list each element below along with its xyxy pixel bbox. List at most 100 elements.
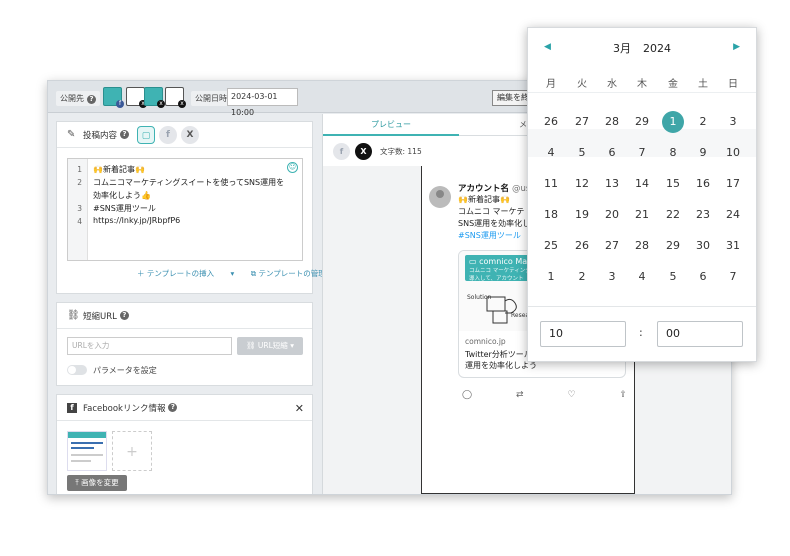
comnico-sns-tab[interactable]: ▢ bbox=[137, 125, 156, 144]
calendar-day[interactable]: 18 bbox=[536, 204, 566, 226]
calendar-day[interactable]: 16 bbox=[688, 173, 718, 195]
x-preview-icon[interactable]: X bbox=[355, 142, 372, 160]
parameter-toggle[interactable] bbox=[67, 365, 87, 375]
x-sns-tab[interactable]: X bbox=[181, 125, 200, 144]
calendar-day[interactable]: 2 bbox=[688, 111, 718, 133]
comnico-x-account-icon-3[interactable]: x bbox=[165, 87, 186, 108]
help-icon[interactable]: ? bbox=[168, 403, 178, 412]
like-icon[interactable]: ♡ bbox=[567, 390, 575, 400]
calendar-day[interactable]: 11 bbox=[536, 173, 566, 195]
close-icon[interactable]: ✕ bbox=[295, 402, 304, 415]
insert-template-link[interactable]: ＋ テンプレートの挿入 ▾ bbox=[137, 269, 234, 278]
calendar-day[interactable]: 28 bbox=[627, 235, 657, 257]
help-icon[interactable]: ? bbox=[120, 130, 130, 139]
left-column: ✎ 投稿内容 ? ▢ f X 1 🙌新着記事🙌 2 コムニコマーケティングスイー… bbox=[56, 121, 326, 494]
comnico-x-account-icon[interactable]: x bbox=[126, 87, 147, 108]
comnico-facebook-account-icon[interactable]: f bbox=[103, 87, 124, 108]
finish-edit-button[interactable]: 編集を終 bbox=[492, 90, 532, 106]
weekday-label: 木 bbox=[637, 79, 647, 90]
calendar-day[interactable]: 26 bbox=[567, 235, 597, 257]
editor-line: 効率化しよう👍 bbox=[93, 191, 151, 200]
publish-datetime-field[interactable]: 2024-03-01 10:00 bbox=[227, 88, 298, 117]
pencil-icon: ✎ bbox=[67, 128, 76, 140]
facebook-preview-icon[interactable]: f bbox=[333, 142, 350, 160]
calendar-day[interactable]: 25 bbox=[536, 235, 566, 257]
calendar-day[interactable]: 27 bbox=[597, 235, 627, 257]
calendar-day[interactable]: 6 bbox=[688, 266, 718, 288]
calendar-day[interactable]: 3 bbox=[597, 266, 627, 288]
tweet-hashtag[interactable]: #SNS運用ツール bbox=[458, 230, 521, 241]
next-month-icon[interactable]: ▶ bbox=[733, 42, 740, 52]
publish-datetime-label: 公開日時 bbox=[191, 91, 231, 106]
calendar-day[interactable]: 13 bbox=[597, 173, 627, 195]
calendar-day[interactable]: 5 bbox=[567, 142, 597, 164]
calendar-day[interactable]: 21 bbox=[627, 204, 657, 226]
post-text-editor[interactable]: 1 🙌新着記事🙌 2 コムニコマーケティングスイートを使ってSNS運用を 効率化… bbox=[67, 158, 303, 261]
calendar-day[interactable]: 31 bbox=[718, 235, 748, 257]
calendar-day[interactable]: 29 bbox=[658, 235, 688, 257]
shorten-url-button[interactable]: ⛓ URL短縮 ▾ bbox=[237, 337, 303, 355]
emoji-picker-icon[interactable]: ☺ bbox=[287, 162, 298, 173]
calendar-day[interactable]: 7 bbox=[718, 266, 748, 288]
minute-input[interactable]: 00 bbox=[657, 321, 743, 347]
change-image-button[interactable]: ⤒ 画像を変更 bbox=[67, 475, 127, 491]
calendar-day[interactable]: 4 bbox=[536, 142, 566, 164]
calendar-day[interactable]: 22 bbox=[658, 204, 688, 226]
calendar-day[interactable]: 30 bbox=[688, 235, 718, 257]
calendar-day[interactable]: 5 bbox=[658, 266, 688, 288]
url-input[interactable]: URLを入力 bbox=[67, 337, 232, 355]
facebook-link-title: Facebookリンク情報 bbox=[83, 403, 166, 414]
short-url-title: 短縮URL bbox=[83, 311, 117, 322]
facebook-sns-tab[interactable]: f bbox=[159, 125, 178, 144]
calendar-day[interactable]: 28 bbox=[597, 111, 627, 133]
calendar-day[interactable]: 17 bbox=[718, 173, 748, 195]
share-icon[interactable]: ⇪ bbox=[619, 390, 627, 400]
short-url-panel: ⛓ 短縮URL ? URLを入力 ⛓ URL短縮 ▾ パラメータを設定 bbox=[56, 302, 313, 386]
calendar-day[interactable]: 12 bbox=[567, 173, 597, 195]
editor-line: 🙌新着記事🙌 bbox=[93, 165, 145, 174]
tweet-actions: ◯ ⇄ ♡ ⇪ bbox=[462, 390, 627, 400]
retweet-icon[interactable]: ⇄ bbox=[516, 390, 524, 400]
calendar-day[interactable]: 29 bbox=[627, 111, 657, 133]
comnico-x-account-icon-2[interactable]: x bbox=[144, 87, 165, 108]
avatar bbox=[429, 186, 451, 208]
calendar-day[interactable]: 10 bbox=[718, 142, 748, 164]
calendar-day[interactable]: 1 bbox=[536, 266, 566, 288]
calendar-day[interactable]: 24 bbox=[718, 204, 748, 226]
svg-text:Solution: Solution bbox=[467, 294, 492, 301]
calendar-day[interactable]: 20 bbox=[597, 204, 627, 226]
tweet-line: コムニコ マーケテ bbox=[458, 207, 525, 216]
add-image-slot[interactable]: + bbox=[112, 431, 152, 471]
calendar-day[interactable]: 7 bbox=[627, 142, 657, 164]
calendar-day-selected[interactable]: 1 bbox=[658, 111, 688, 133]
calendar-day[interactable]: 15 bbox=[658, 173, 688, 195]
weekday-label: 水 bbox=[607, 79, 617, 90]
x-badge-icon: x bbox=[157, 100, 165, 108]
calendar-day[interactable]: 3 bbox=[718, 111, 748, 133]
facebook-badge-icon: f bbox=[116, 100, 124, 108]
help-icon[interactable]: ? bbox=[119, 311, 129, 320]
calendar-day[interactable]: 6 bbox=[597, 142, 627, 164]
calendar-day[interactable]: 4 bbox=[627, 266, 657, 288]
calendar-day[interactable]: 26 bbox=[536, 111, 566, 133]
calendar-days-grid: 26 27 28 29 1 2 3 4 5 6 7 8 9 10 11 12 13 14 15 16 17 18 19 20 2… bbox=[528, 92, 756, 308]
tweet-line: 🙌新着記事🙌 bbox=[458, 195, 510, 204]
reply-icon[interactable]: ◯ bbox=[462, 390, 472, 400]
calendar-day[interactable]: 14 bbox=[627, 173, 657, 195]
help-icon[interactable]: ? bbox=[87, 95, 96, 104]
publish-to-label: 公開先? bbox=[56, 91, 100, 106]
preview-toolbar: f X 文字数: 115 bbox=[333, 142, 422, 160]
calendar-day[interactable]: 8 bbox=[658, 142, 688, 164]
calendar-day[interactable]: 9 bbox=[688, 142, 718, 164]
link-icon: ⛓ bbox=[67, 309, 80, 321]
line-number: 2 bbox=[77, 178, 82, 187]
calendar-day[interactable]: 23 bbox=[688, 204, 718, 226]
calendar-day[interactable]: 19 bbox=[567, 204, 597, 226]
calendar-day[interactable]: 27 bbox=[567, 111, 597, 133]
link-thumbnail-image[interactable] bbox=[67, 431, 107, 471]
tab-preview[interactable]: プレビュー bbox=[323, 114, 459, 136]
calendar-day[interactable]: 2 bbox=[567, 266, 597, 288]
char-count: 文字数: 115 bbox=[380, 146, 422, 156]
hour-input[interactable]: 10 bbox=[540, 321, 626, 347]
chat-icon: ▭ bbox=[469, 257, 477, 266]
